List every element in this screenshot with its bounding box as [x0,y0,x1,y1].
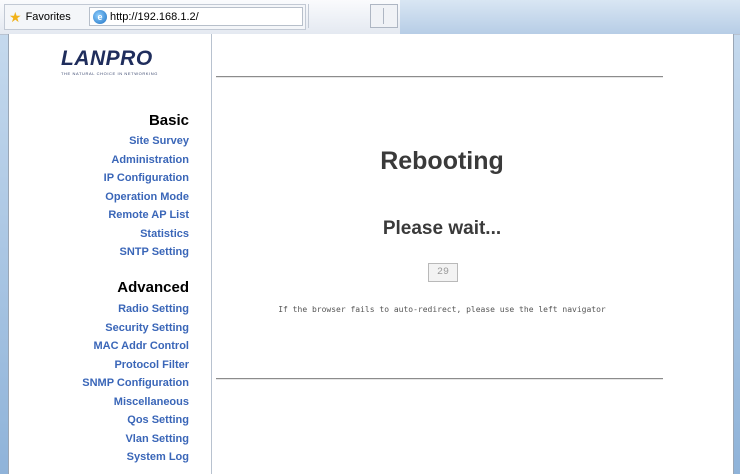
nav-link-statistics[interactable]: Statistics [104,225,189,244]
tab-button[interactable] [370,4,398,28]
address-bar[interactable]: e http://192.168.1.2/ [89,7,303,26]
nav-heading-advanced: Advanced [117,279,189,296]
nav-link-system-log[interactable]: System Log [82,448,189,467]
page-content: LANPRO THE NATURAL CHOICE IN NETWORKING … [8,34,734,474]
nav-link-radio-setting[interactable]: Radio Setting [82,300,189,319]
redirect-hint: If the browser fails to auto-redirect, p… [278,305,606,314]
nav-link-operation-mode[interactable]: Operation Mode [104,188,189,207]
nav-link-miscellaneous[interactable]: Miscellaneous [82,393,189,412]
top-divider [216,76,663,78]
nav-heading-basic: Basic [148,112,189,129]
favorites-button[interactable]: ★ Favorites [5,5,83,29]
nav-link-protocol-filter[interactable]: Protocol Filter [82,356,189,375]
nav-link-qos-setting[interactable]: Qos Setting [82,411,189,430]
toolbar-spacer [308,4,369,28]
internet-explorer-icon: e [93,9,107,24]
logo-name: LANPRO [61,47,153,70]
star-icon: ★ [9,8,22,25]
nav-list-advanced: Radio Setting Security Setting MAC Addr Co… [82,300,189,467]
favorites-bar: ★ Favorites e http://192.168.1.2/ [4,4,306,30]
lanpro-logo: LANPRO THE NATURAL CHOICE IN NETWORKING [61,48,181,82]
nav-link-vlan-setting[interactable]: Vlan Setting [82,430,189,449]
browser-toolbar: ★ Favorites e http://192.168.1.2/ [0,0,740,35]
bottom-divider [216,378,663,380]
countdown-field: 29 [428,263,458,282]
nav-link-site-survey[interactable]: Site Survey [104,132,189,151]
nav-link-administration[interactable]: Administration [104,151,189,170]
toolbar-background [400,0,740,34]
nav-list-basic: Site Survey Administration IP Configuratio… [104,132,189,262]
nav-link-remote-ap-list[interactable]: Remote AP List [104,206,189,225]
nav-link-mac-addr-control[interactable]: MAC Addr Control [82,337,189,356]
favorites-label: Favorites [25,11,71,23]
nav-link-security-setting[interactable]: Security Setting [82,319,189,338]
left-navigator: LANPRO THE NATURAL CHOICE IN NETWORKING … [9,34,212,474]
nav-link-snmp-configuration[interactable]: SNMP Configuration [82,374,189,393]
main-panel: Rebooting Please wait... 29 If the brows… [212,34,733,474]
address-text: http://192.168.1.2/ [110,10,199,23]
wait-message: Please wait... [382,218,502,239]
nav-link-sntp-setting[interactable]: SNTP Setting [104,243,189,262]
logo-tagline: THE NATURAL CHOICE IN NETWORKING [61,71,158,76]
page-title: Rebooting [380,147,504,175]
nav-link-ip-configuration[interactable]: IP Configuration [104,169,189,188]
